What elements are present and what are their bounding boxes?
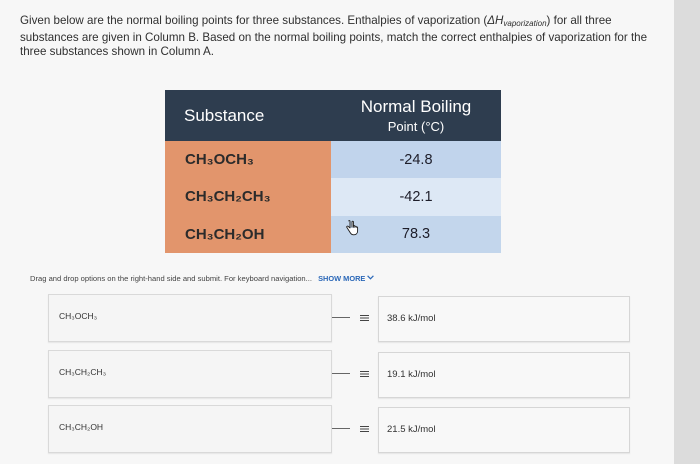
question-text: Given below are the normal boiling point… bbox=[20, 14, 660, 59]
show-more-link[interactable]: SHOW MORE bbox=[318, 274, 375, 283]
column-a-label: CH₃CH₂OH bbox=[59, 422, 104, 432]
column-b-label: 21.5 kJ/mol bbox=[387, 424, 436, 435]
chevron-down-icon bbox=[367, 275, 375, 280]
drag-handle-glyph bbox=[359, 315, 369, 321]
connector-line bbox=[332, 373, 350, 374]
column-b-draggable-option[interactable]: 21.5 kJ/mol bbox=[378, 407, 630, 453]
drag-handle-icon[interactable] bbox=[350, 364, 378, 384]
column-b-draggable-option[interactable]: 38.6 kJ/mol bbox=[378, 296, 630, 342]
delta-h-subscript: vaporization bbox=[503, 19, 547, 28]
question-text-part-1: Given below are the normal boiling point… bbox=[20, 14, 488, 27]
table-header-boiling-point: Normal Boiling Point (°C) bbox=[331, 90, 501, 141]
header-bp-line2: Point (°C) bbox=[387, 119, 445, 134]
window-edge bbox=[674, 0, 700, 464]
table-row: CH₃OCH₃ -24.8 bbox=[165, 141, 501, 179]
column-a-label: CH₃CH₂CH₃ bbox=[59, 367, 107, 377]
column-a-item: CH₃CH₂CH₃ bbox=[48, 350, 332, 398]
boiling-point-table: Substance Normal Boiling Point (°C) CH₃O… bbox=[165, 90, 501, 253]
drag-handle-glyph bbox=[359, 426, 369, 432]
connector-line bbox=[332, 317, 350, 318]
substance-cell: CH₃CH₂CH₃ bbox=[165, 178, 331, 216]
match-row: CH₃CH₂OH 21.5 kJ/mol bbox=[48, 405, 630, 453]
column-a-label: CH₃OCH₃ bbox=[59, 311, 98, 321]
boiling-point-cell: -24.8 bbox=[331, 141, 501, 179]
column-a-item: CH₃CH₂OH bbox=[48, 405, 332, 453]
drag-drop-instructions: Drag and drop options on the right-hand … bbox=[30, 274, 375, 283]
substance-cell: CH₃CH₂OH bbox=[165, 215, 331, 253]
column-b-label: 38.6 kJ/mol bbox=[387, 313, 436, 324]
instructions-text: Drag and drop options on the right-hand … bbox=[30, 274, 312, 283]
hand-cursor-icon bbox=[346, 220, 359, 236]
match-row: CH₃CH₂CH₃ 19.1 kJ/mol bbox=[48, 350, 630, 398]
table-header-substance: Substance bbox=[165, 90, 331, 141]
table-row: CH₃CH₂CH₃ -42.1 bbox=[165, 178, 501, 216]
column-b-label: 19.1 kJ/mol bbox=[387, 369, 436, 380]
drag-handle-glyph bbox=[359, 371, 369, 377]
show-more-label: SHOW MORE bbox=[318, 274, 366, 283]
boiling-point-cell: -42.1 bbox=[331, 178, 501, 216]
header-bp-line1: Normal Boiling bbox=[360, 97, 472, 116]
column-b-draggable-option[interactable]: 19.1 kJ/mol bbox=[378, 352, 630, 398]
connector-line bbox=[332, 428, 350, 429]
drag-handle-icon[interactable] bbox=[350, 308, 378, 328]
question-page: Given below are the normal boiling point… bbox=[0, 0, 674, 464]
delta-h-symbol: ΔH bbox=[487, 14, 504, 27]
column-a-item: CH₃OCH₃ bbox=[48, 294, 332, 342]
table-row: CH₃CH₂OH 78.3 bbox=[165, 215, 501, 253]
match-row: CH₃OCH₃ 38.6 kJ/mol bbox=[48, 294, 630, 342]
drag-handle-icon[interactable] bbox=[350, 419, 378, 439]
substance-cell: CH₃OCH₃ bbox=[165, 141, 331, 179]
